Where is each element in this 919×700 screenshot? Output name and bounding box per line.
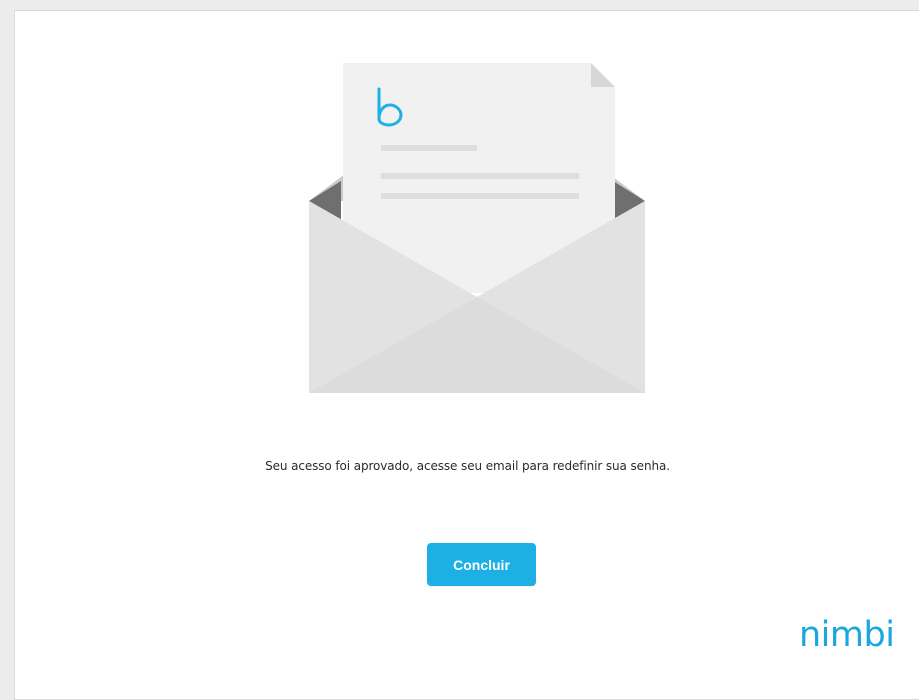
letter-line-3 (381, 193, 579, 199)
confirmation-card: Seu acesso foi aprovado, acesse seu emai… (14, 10, 919, 700)
envelope-illustration (309, 63, 645, 393)
letter-folded-corner (591, 63, 615, 87)
approval-message: Seu acesso foi aprovado, acesse seu emai… (265, 459, 670, 473)
letter-line-2 (381, 173, 579, 179)
nimbi-logo: nimbi (799, 615, 895, 655)
finish-button[interactable]: Concluir (427, 543, 536, 586)
letter-line-1 (381, 145, 477, 151)
